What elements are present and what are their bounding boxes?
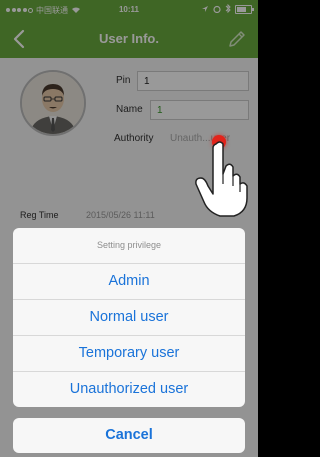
option-normal-user[interactable]: Normal user: [13, 300, 245, 336]
pointing-hand-icon: [195, 141, 248, 217]
option-temporary-user[interactable]: Temporary user: [13, 336, 245, 372]
option-admin[interactable]: Admin: [13, 264, 245, 300]
app-screen: 中国联通 10:11 User Info. Pin 1 Name 1 Autho…: [0, 0, 258, 457]
action-sheet-title: Setting privilege: [13, 228, 245, 264]
privilege-action-sheet: Setting privilege Admin Normal user Temp…: [13, 228, 245, 407]
option-unauthorized-user[interactable]: Unauthorized user: [13, 372, 245, 407]
cancel-button[interactable]: Cancel: [13, 418, 245, 453]
